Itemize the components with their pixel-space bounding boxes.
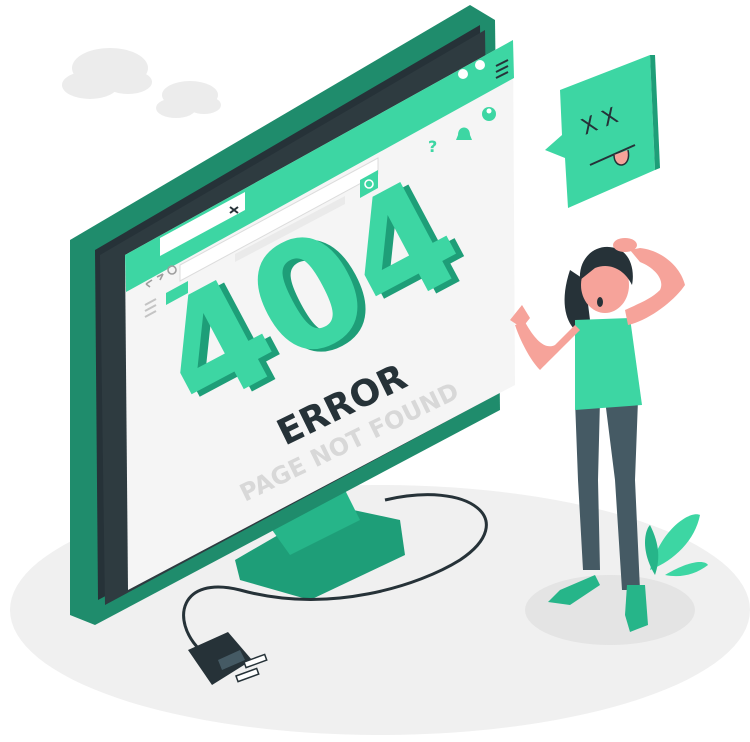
window-dot[interactable]	[458, 69, 468, 79]
cloud-icon	[62, 48, 152, 99]
svg-text:?: ?	[428, 137, 437, 156]
dead-face-speech-bubble-icon: X X	[545, 55, 660, 208]
window-dot[interactable]	[475, 60, 485, 70]
person-shadow	[525, 575, 695, 645]
user-icon[interactable]	[482, 107, 496, 121]
cloud-icon	[156, 81, 221, 118]
help-icon[interactable]: ?	[428, 137, 437, 156]
error-404-illustration: ? 404 404 ERROR PAGE NOT FOUND X X	[10, 5, 750, 735]
